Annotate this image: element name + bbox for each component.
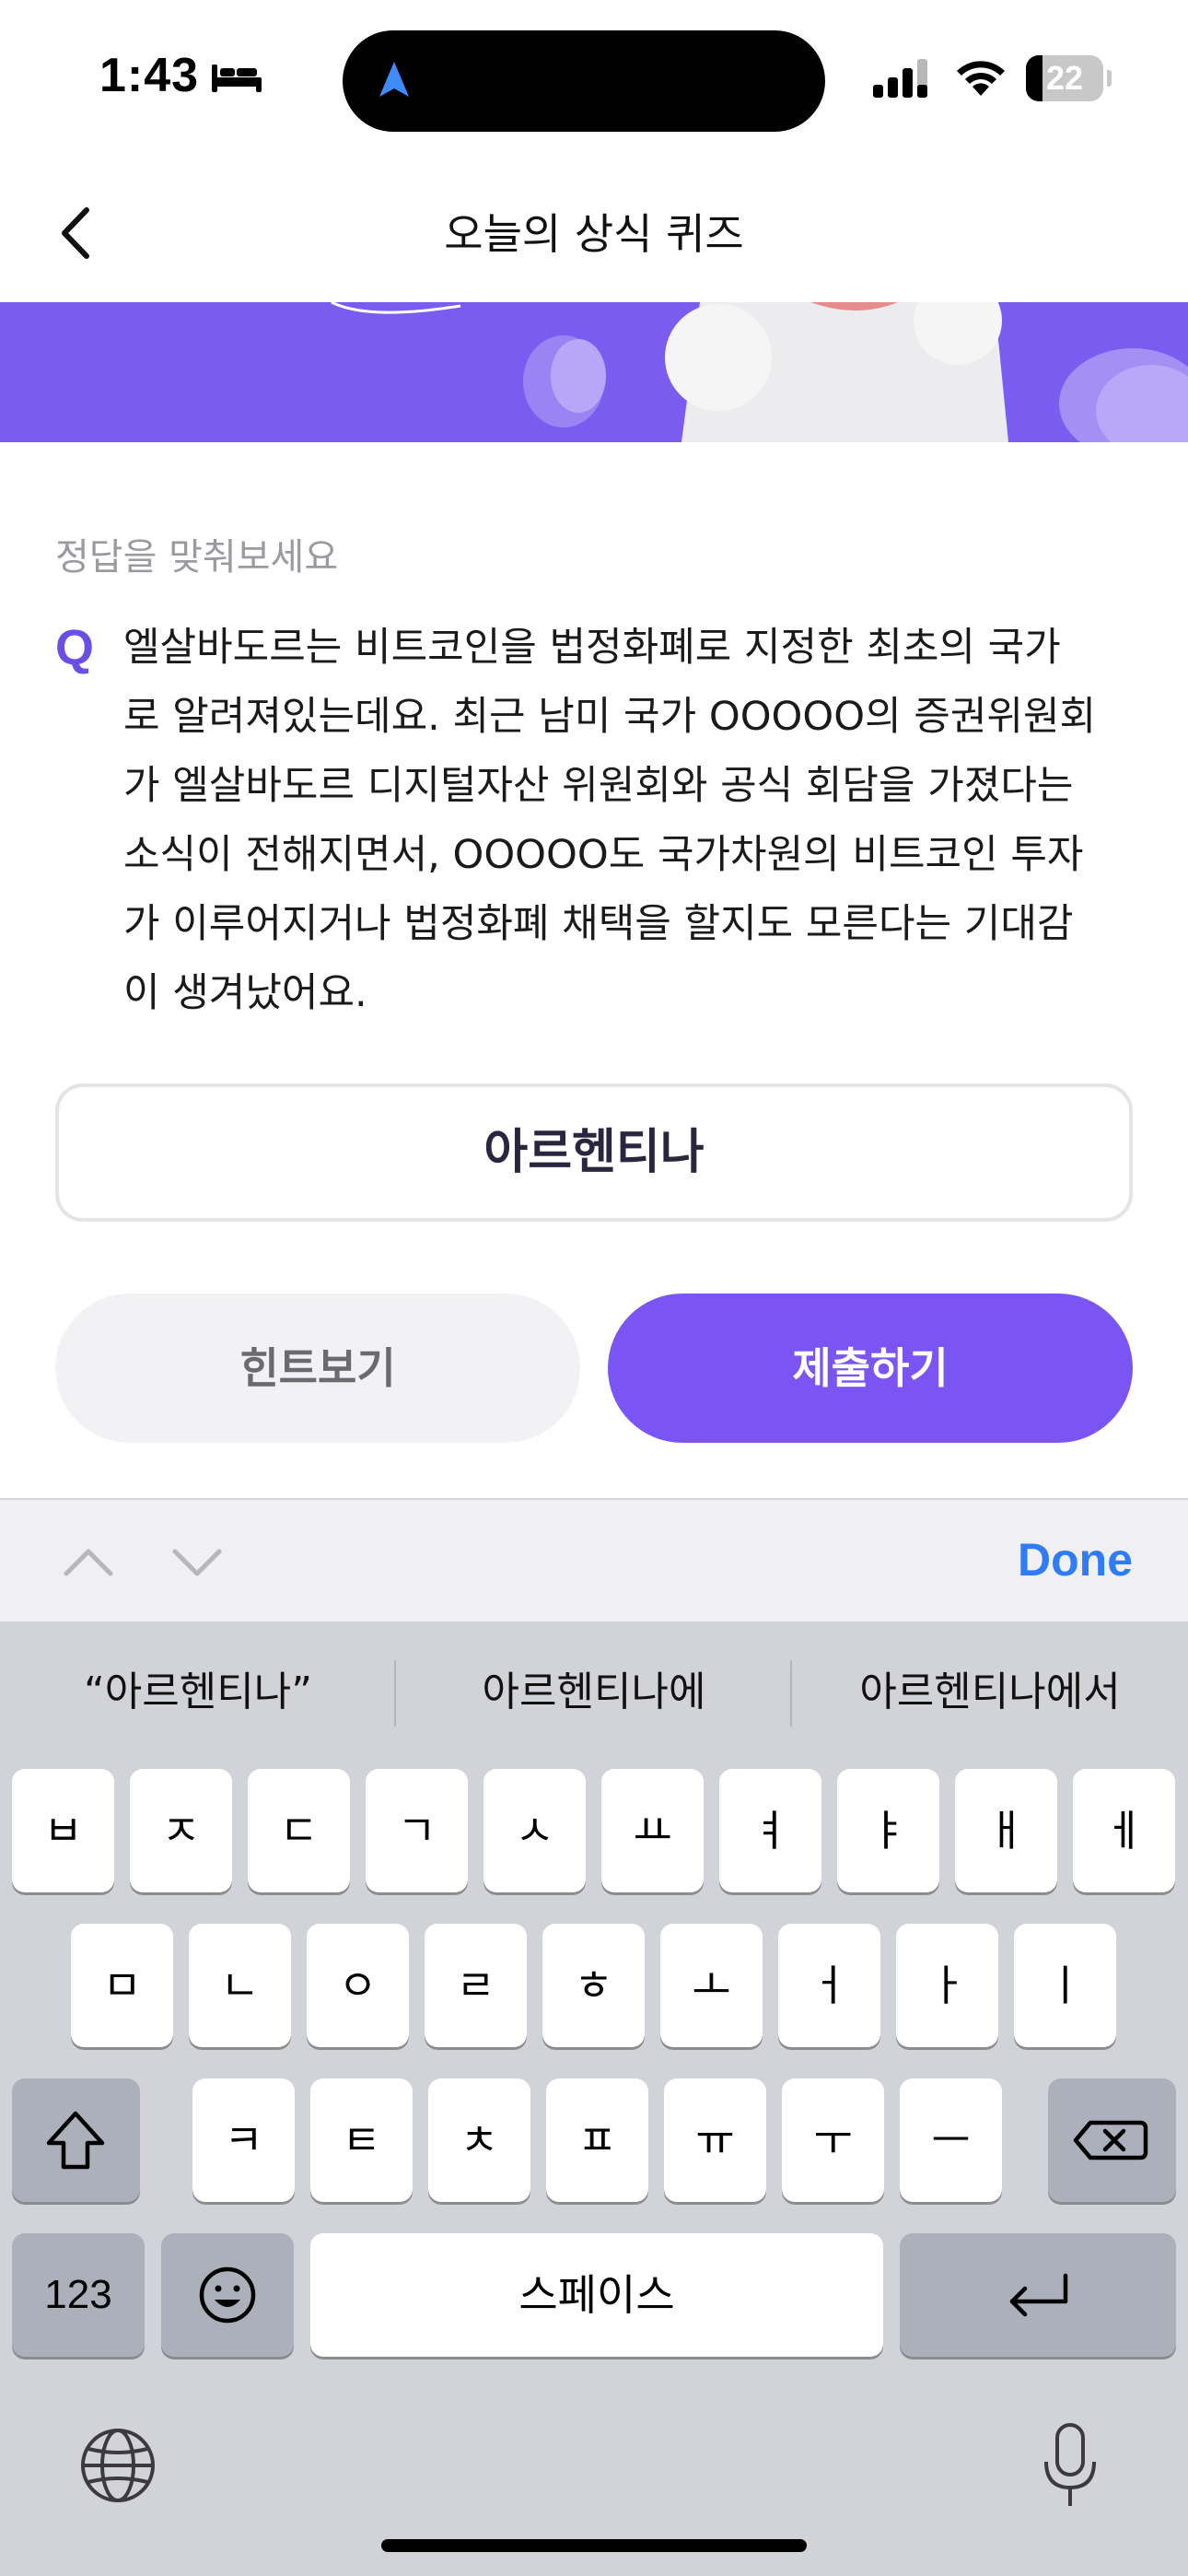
keyboard: “아르헨티나” 아르헨티나에 아르헨티나에서 ㅂ ㅈ ㄷ ㄱ ㅅ ㅛ ㅕ ㅑ ㅐ… — [0, 1622, 1188, 2576]
key[interactable]: ㅔ — [1073, 1769, 1175, 1892]
quiz-banner — [0, 302, 1188, 442]
answer-input[interactable]: 아르헨티나 — [55, 1083, 1133, 1222]
shift-icon — [46, 2111, 105, 2170]
key[interactable]: ㅠ — [664, 2078, 766, 2202]
suggestion-item[interactable]: “아르헨티나” — [0, 1658, 396, 1717]
emoji-icon — [199, 2266, 256, 2324]
status-time: 1:43 — [99, 49, 200, 102]
key[interactable]: ㅛ — [601, 1769, 704, 1892]
question-line: 이 생겨났어요. — [123, 970, 367, 1016]
space-key[interactable]: 스페이스 — [310, 2233, 883, 2357]
key[interactable]: ㄴ — [189, 1924, 291, 2047]
key[interactable]: ㄷ — [248, 1769, 350, 1892]
key[interactable]: ㅏ — [896, 1924, 998, 2047]
question-line: 로 알려져있는데요. 최근 남미 국가 OOOOO의 증권위원회 — [123, 694, 1097, 740]
key[interactable]: ㄱ — [366, 1769, 468, 1892]
return-icon — [1009, 2273, 1068, 2317]
question-line: 엘살바도르는 비트코인을 법정화폐로 지정한 최초의 국가 — [123, 625, 1061, 671]
delete-icon — [1073, 2120, 1148, 2160]
key[interactable]: ㅋ — [192, 2078, 295, 2202]
suggestion-item[interactable]: 아르헨티나에 — [396, 1658, 792, 1717]
battery-icon: 22 — [1026, 55, 1112, 101]
wifi-icon — [957, 61, 1005, 96]
question-text: 엘살바도르는 비트코인을 법정화폐로 지정한 최초의 국가 로 알려져있는데요.… — [123, 614, 1146, 1028]
chevron-down-icon[interactable] — [169, 1535, 225, 1590]
signal-icon — [873, 59, 927, 98]
delete-key[interactable] — [1048, 2078, 1176, 2202]
key[interactable]: ㅗ — [660, 1924, 763, 2047]
question-line: 가 이루어지거나 법정화폐 채택을 할지도 모른다는 기대감 — [123, 901, 1074, 947]
question-line: 소식이 전해지면서, OOOOO도 국가차원의 비트코인 투자 — [123, 832, 1084, 878]
suggestion-bar: “아르헨티나” 아르헨티나에 아르헨티나에서 — [0, 1622, 1188, 1760]
key[interactable]: ㅓ — [778, 1924, 880, 2047]
key[interactable]: ㅈ — [130, 1769, 232, 1892]
question-marker: Q — [55, 620, 95, 675]
done-button[interactable]: Done — [1018, 1533, 1133, 1587]
numbers-key[interactable]: 123 — [12, 2233, 145, 2357]
key[interactable]: ㅑ — [837, 1769, 939, 1892]
return-key[interactable] — [900, 2233, 1176, 2357]
shift-key[interactable] — [12, 2078, 140, 2202]
location-arrow-icon — [379, 62, 409, 97]
key[interactable]: ㅡ — [900, 2078, 1002, 2202]
key[interactable]: ㅎ — [542, 1924, 645, 2047]
status-bar: 1:43 22 — [0, 0, 1188, 157]
key[interactable]: ㅌ — [310, 2078, 413, 2202]
home-indicator — [381, 2539, 807, 2552]
globe-icon[interactable] — [76, 2423, 160, 2508]
key[interactable]: ㅁ — [71, 1924, 173, 2047]
microphone-icon[interactable] — [1028, 2419, 1112, 2512]
key[interactable]: ㅕ — [719, 1769, 821, 1892]
hint-button[interactable]: 힌트보기 — [55, 1294, 580, 1443]
key[interactable]: ㅍ — [546, 2078, 648, 2202]
key[interactable]: ㄹ — [425, 1924, 527, 2047]
key[interactable]: ㅣ — [1014, 1924, 1116, 2047]
submit-button[interactable]: 제출하기 — [608, 1294, 1133, 1443]
key[interactable]: ㅐ — [955, 1769, 1057, 1892]
quiz-instruction: 정답을 맞춰보세요 — [55, 536, 339, 579]
question-line: 가 엘살바도르 디지털자산 위원회와 공식 회담을 가졌다는 — [123, 763, 1074, 809]
key[interactable]: ㅇ — [307, 1924, 409, 2047]
suggestion-item[interactable]: 아르헨티나에서 — [792, 1658, 1188, 1717]
key[interactable]: ㅂ — [12, 1769, 114, 1892]
banner-illustration — [331, 302, 1188, 442]
battery-level: 22 — [1045, 59, 1084, 97]
app-header: 오늘의 상식 퀴즈 — [0, 157, 1188, 302]
page-title: 오늘의 상식 퀴즈 — [444, 209, 744, 259]
emoji-key[interactable] — [161, 2233, 294, 2357]
bed-icon — [212, 64, 262, 92]
key[interactable]: ㅊ — [428, 2078, 530, 2202]
keyboard-accessory-bar: Done — [0, 1498, 1188, 1622]
key[interactable]: ㅜ — [782, 2078, 884, 2202]
chevron-up-icon[interactable] — [61, 1535, 116, 1590]
key[interactable]: ㅅ — [483, 1769, 586, 1892]
